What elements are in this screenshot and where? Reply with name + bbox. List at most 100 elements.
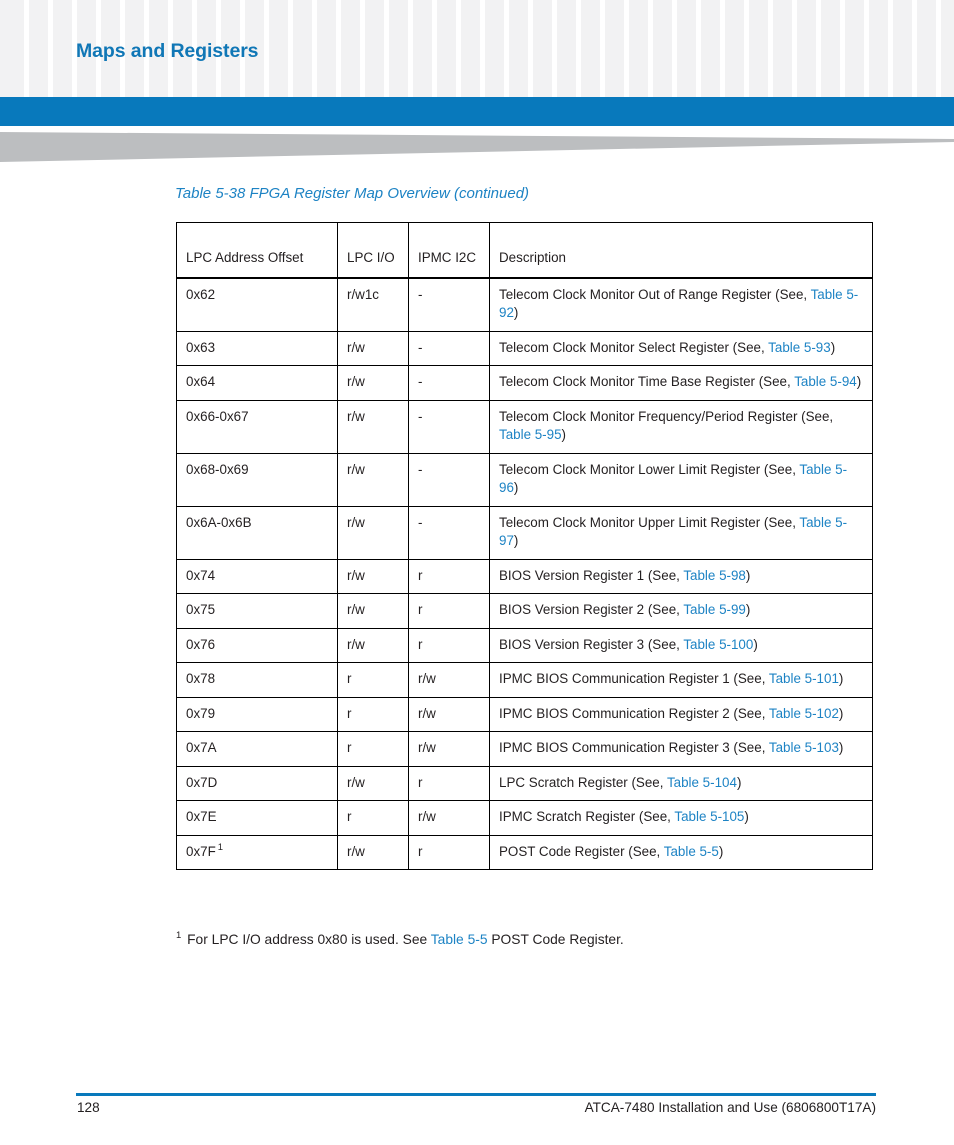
- offset-value: 0x7F: [186, 843, 216, 859]
- cell-ipmc-i2c: r: [408, 834, 490, 870]
- description-text-tail: ): [856, 374, 862, 389]
- description-text: Telecom Clock Monitor Lower Limit Regist…: [499, 461, 800, 477]
- footnote-text-pre: For LPC I/O address 0x80 is used. See: [183, 932, 431, 947]
- description-xref-link[interactable]: Table 5-95: [499, 427, 562, 442]
- column-header-lpc-io: LPC I/O: [337, 222, 409, 279]
- description-xref-link[interactable]: Table 5-5: [664, 844, 719, 859]
- cell-lpc-address-offset: 0x7D: [176, 765, 338, 801]
- description-xref-link[interactable]: Table 5-99: [683, 602, 746, 617]
- cell-lpc-address-offset: 0x76: [176, 627, 338, 663]
- description-text: LPC Scratch Register (See,: [499, 774, 667, 790]
- cell-description: Telecom Clock Monitor Lower Limit Regist…: [489, 452, 873, 507]
- cell-description: Telecom Clock Monitor Frequency/Period R…: [489, 399, 873, 454]
- table-row: 0x7F 1 r/w r POST Code Register (See, Table …: [176, 834, 873, 870]
- description-xref-link[interactable]: Table 5-93: [768, 340, 831, 355]
- offset-value: 0x68-0x69: [186, 461, 249, 477]
- description-text: BIOS Version Register 2 (See,: [499, 602, 684, 617]
- cell-ipmc-i2c: -: [408, 452, 490, 507]
- cell-ipmc-i2c: r: [408, 765, 490, 801]
- cell-lpc-io: r: [337, 800, 409, 836]
- description-text: IPMC Scratch Register (See,: [499, 809, 675, 824]
- cell-ipmc-i2c: -: [408, 505, 490, 560]
- offset-value: 0x63: [186, 339, 216, 355]
- table-row: 0x7E r r/w IPMC Scratch Register (See, Tabl…: [176, 800, 873, 836]
- description-text-tail: ): [736, 774, 742, 790]
- cell-lpc-io: r/w: [337, 330, 409, 366]
- cell-description: LPC Scratch Register (See, Table 5-104): [489, 765, 873, 801]
- cell-description: IPMC BIOS Communication Register 1 (See,…: [489, 662, 873, 698]
- description-xref-link[interactable]: Table 5-98: [683, 568, 746, 583]
- cell-lpc-io: r/w: [337, 505, 409, 560]
- cell-ipmc-i2c: r: [408, 627, 490, 663]
- table-row: 0x74 r/w r BIOS Version Register 1 (See, Ta…: [176, 558, 873, 594]
- table-row: 0x66-0x67 r/w - Telecom Clock Monitor Frequ…: [176, 399, 873, 454]
- cell-ipmc-i2c: r/w: [408, 696, 490, 732]
- table-row: 0x76 r/w r BIOS Version Register 3 (See, Ta…: [176, 627, 873, 663]
- description-xref-link[interactable]: Table 5-105: [674, 809, 744, 824]
- table-row: 0x78 r r/w IPMC BIOS Communication Register…: [176, 662, 873, 698]
- cell-lpc-io: r/w: [337, 558, 409, 594]
- cell-description: BIOS Version Register 1 (See, Table 5-98…: [489, 558, 873, 594]
- table-body: 0x62 r/w1c - Telecom Clock Monitor Out of R…: [176, 277, 873, 870]
- offset-value: 0x75: [186, 602, 216, 617]
- table-caption: Table 5-38 FPGA Register Map Overview (c…: [175, 185, 530, 202]
- description-text-tail: ): [561, 427, 567, 442]
- description-text: IPMC BIOS Communication Register 3 (See,: [499, 740, 769, 755]
- cell-ipmc-i2c: -: [408, 399, 490, 454]
- description-text: POST Code Register (See,: [499, 843, 664, 859]
- table-row: 0x75 r/w r BIOS Version Register 2 (See, Ta…: [176, 593, 873, 629]
- header-gray-wedge: [0, 132, 954, 162]
- description-xref-link[interactable]: Table 5-102: [769, 706, 839, 721]
- chapter-title: Maps and Registers: [76, 40, 259, 62]
- column-header-description: Description: [489, 222, 873, 279]
- description-xref-link[interactable]: Table 5-104: [667, 775, 737, 790]
- table-row: 0x7D r/w r LPC Scratch Register (See, Table…: [176, 765, 873, 801]
- cell-lpc-address-offset: 0x68-0x69: [176, 452, 338, 507]
- cell-lpc-io: r/w: [337, 399, 409, 454]
- description-xref-link[interactable]: Table 5-100: [683, 637, 753, 652]
- description-xref-link[interactable]: Table 5-103: [769, 740, 839, 755]
- cell-lpc-io: r: [337, 731, 409, 767]
- table-row: 0x6A-0x6B r/w - Telecom Clock Monitor Upper…: [176, 505, 873, 560]
- cell-description: IPMC Scratch Register (See, Table 5-105): [489, 800, 873, 836]
- cell-description: Telecom Clock Monitor Select Register (S…: [489, 330, 873, 366]
- cell-lpc-address-offset: 0x7A: [176, 731, 338, 767]
- footer-page-number: 128: [77, 1100, 100, 1115]
- description-text-tail: ): [513, 533, 519, 548]
- cell-ipmc-i2c: -: [408, 330, 490, 366]
- description-text-tail: ): [745, 567, 751, 583]
- footnote-xref-link[interactable]: Table 5-5: [431, 932, 488, 947]
- description-text-tail: ): [838, 671, 844, 686]
- table-row: 0x62 r/w1c - Telecom Clock Monitor Out of R…: [176, 277, 873, 332]
- description-xref-link[interactable]: Table 5-101: [769, 671, 839, 686]
- table-row: 0x79 r r/w IPMC BIOS Communication Register…: [176, 696, 873, 732]
- fpga-register-map-table: LPC Address Offset LPC I/O IPMC I2C Desc…: [176, 222, 873, 870]
- description-text: BIOS Version Register 3 (See,: [499, 636, 684, 652]
- description-text: Telecom Clock Monitor Frequency/Period R…: [499, 408, 834, 424]
- description-text: Telecom Clock Monitor Select Register (S…: [499, 339, 769, 355]
- table-row: 0x7A r r/w IPMC BIOS Communication Register…: [176, 731, 873, 767]
- cell-lpc-address-offset: 0x64: [176, 365, 338, 401]
- table-row: 0x63 r/w - Telecom Clock Monitor Select Reg…: [176, 330, 873, 366]
- offset-value: 0x7D: [186, 774, 218, 790]
- description-text-tail: ): [513, 480, 519, 495]
- offset-value: 0x7A: [186, 740, 217, 755]
- cell-description: BIOS Version Register 3 (See, Table 5-10…: [489, 627, 873, 663]
- offset-value: 0x62: [186, 286, 216, 302]
- description-xref-link[interactable]: Table 5-94: [794, 374, 857, 389]
- cell-description: IPMC BIOS Communication Register 2 (See,…: [489, 696, 873, 732]
- cell-lpc-address-offset: 0x6A-0x6B: [176, 505, 338, 560]
- table-row: 0x64 r/w - Telecom Clock Monitor Time Base …: [176, 365, 873, 401]
- cell-lpc-address-offset: 0x74: [176, 558, 338, 594]
- description-text: BIOS Version Register 1 (See,: [499, 567, 684, 583]
- cell-lpc-address-offset: 0x63: [176, 330, 338, 366]
- cell-lpc-io: r/w1c: [337, 277, 409, 332]
- cell-lpc-address-offset: 0x78: [176, 662, 338, 698]
- cell-lpc-address-offset: 0x62: [176, 277, 338, 332]
- cell-ipmc-i2c: -: [408, 365, 490, 401]
- description-text-tail: ): [753, 636, 758, 652]
- header-accent-bar: [0, 97, 954, 126]
- cell-lpc-io: r: [337, 696, 409, 732]
- cell-lpc-address-offset: 0x79: [176, 696, 338, 732]
- cell-description: Telecom Clock Monitor Out of Range Regis…: [489, 277, 873, 332]
